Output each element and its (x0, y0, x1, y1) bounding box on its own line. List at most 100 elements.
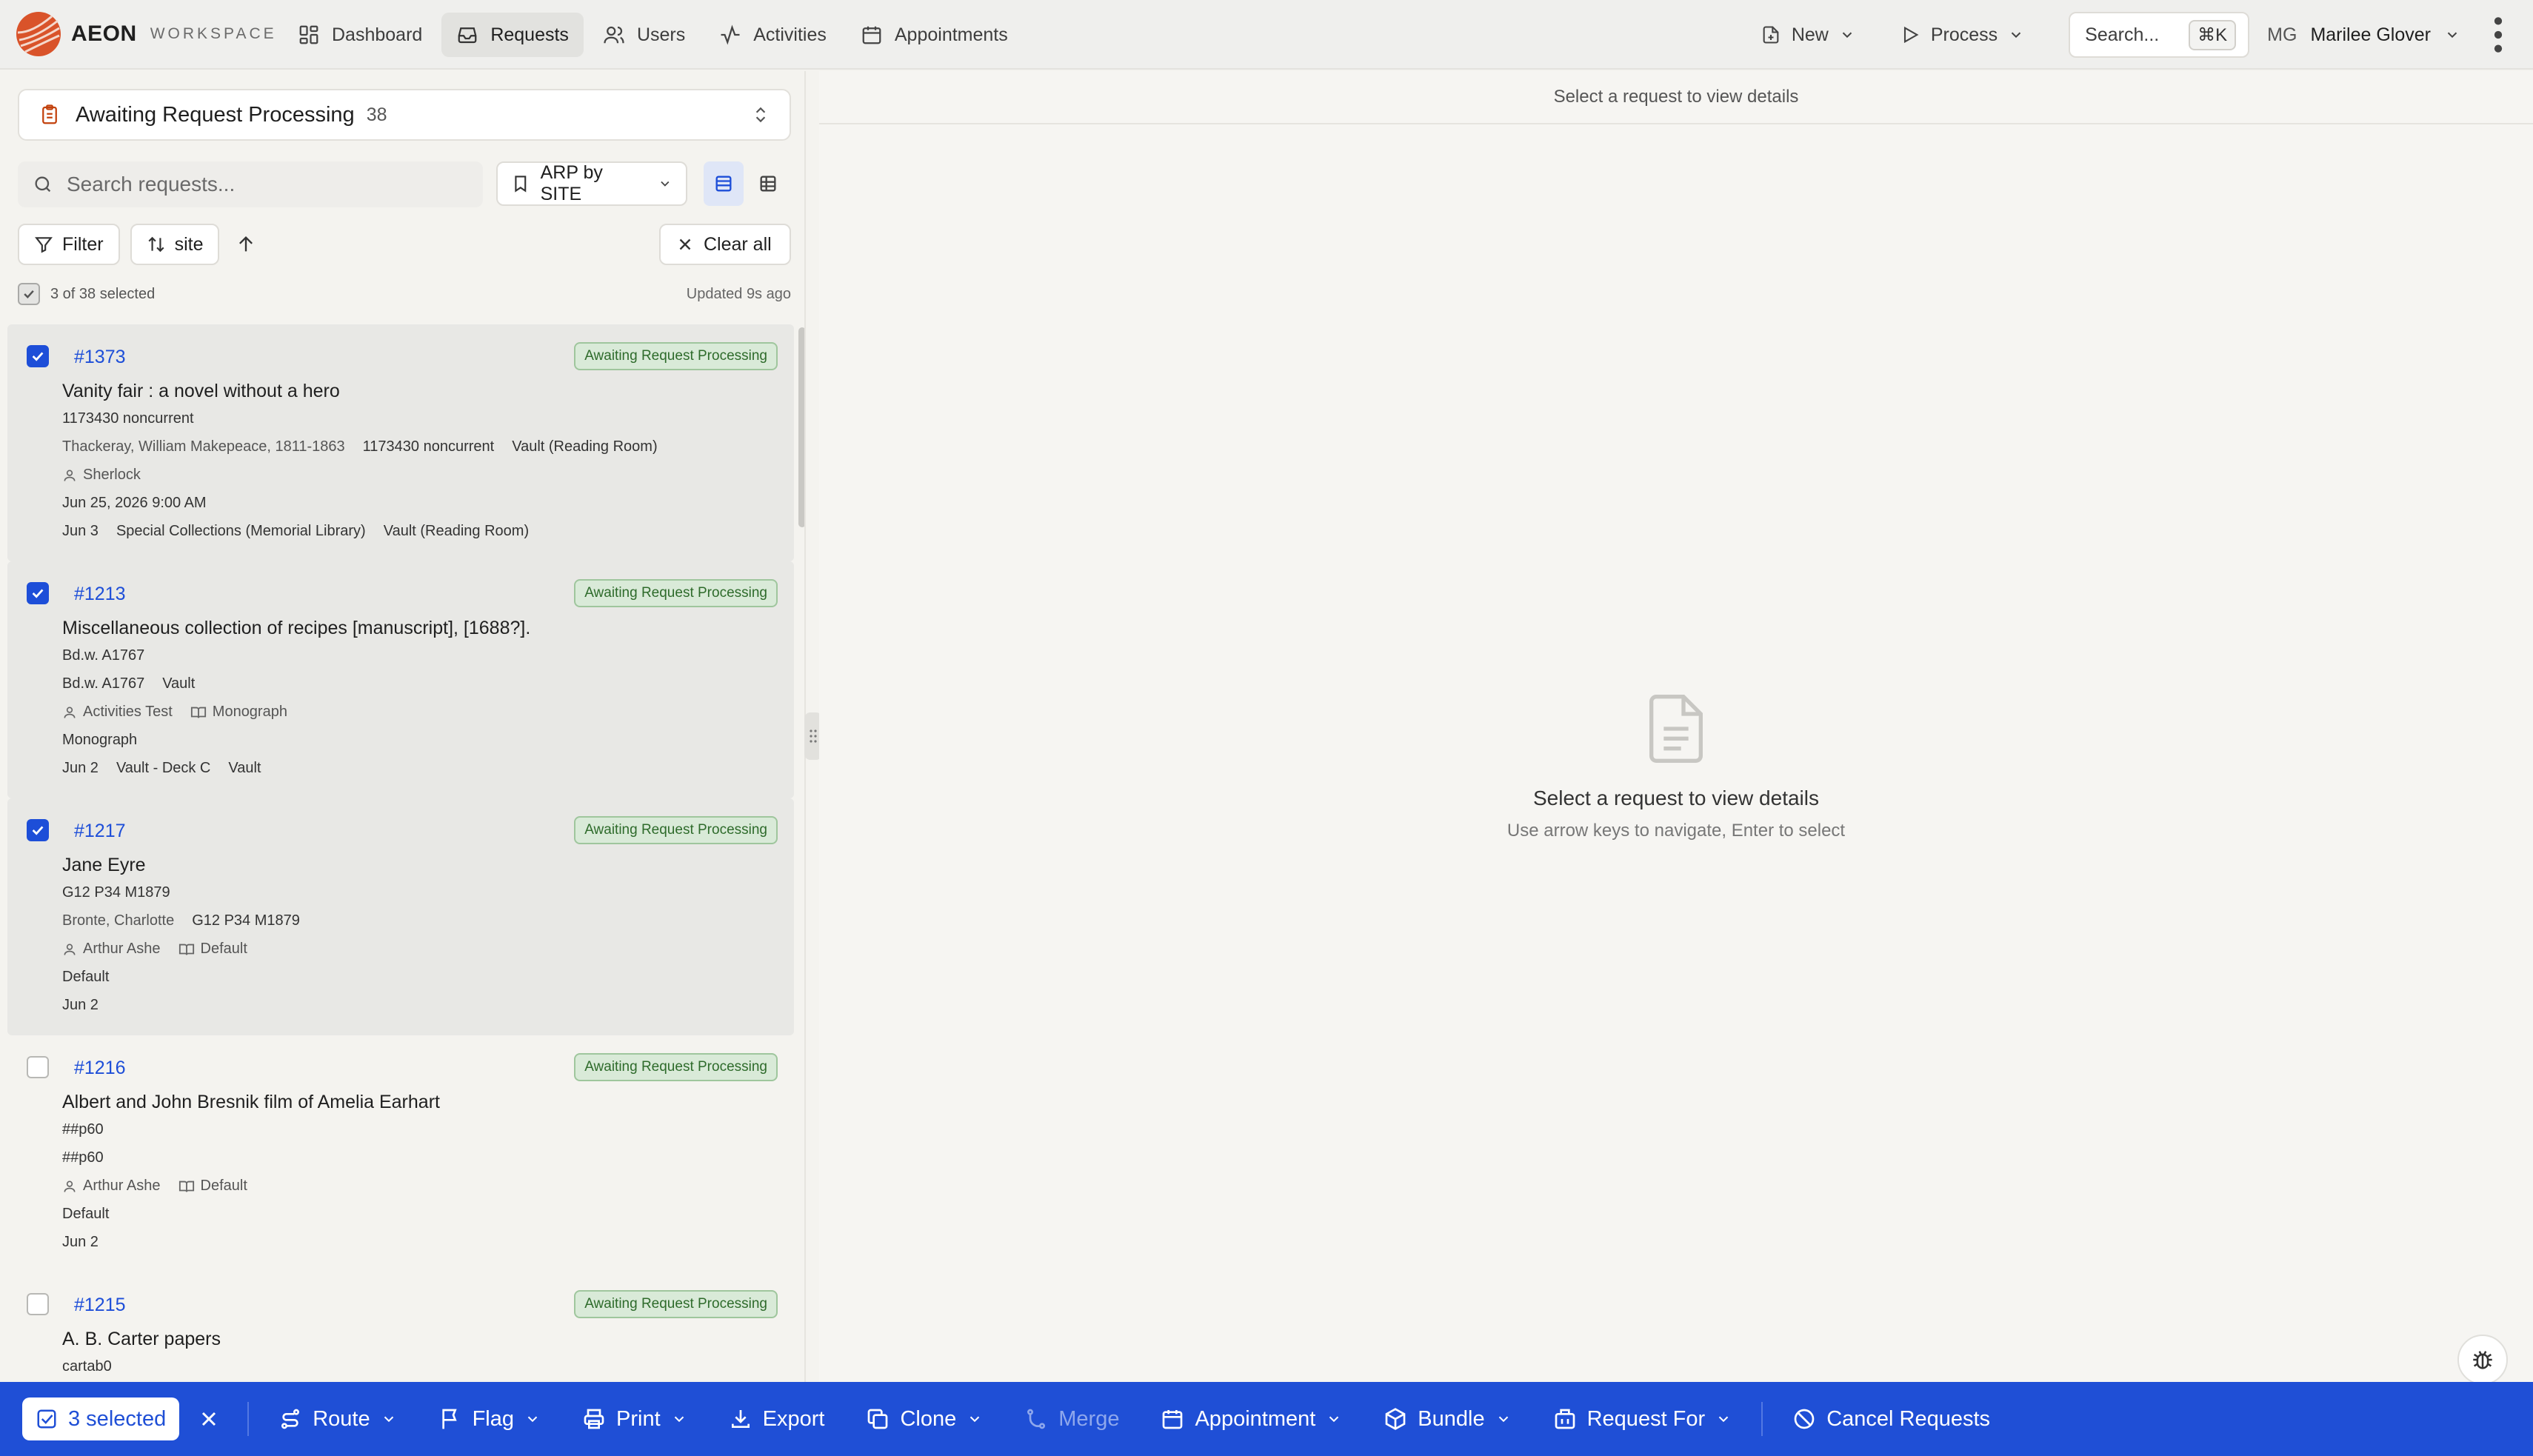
route-button[interactable]: Route (258, 1393, 417, 1445)
request-card[interactable]: #1213 Awaiting Request Processing Miscel… (7, 561, 794, 798)
file-text-icon (1649, 695, 1703, 763)
request-date: Jun 2 (62, 760, 99, 776)
request-id[interactable]: #1215 (74, 1295, 126, 1316)
bundle-button[interactable]: Bundle (1363, 1393, 1532, 1445)
filter-row: Filter site (18, 224, 262, 265)
saved-search-label: ARP by SITE (540, 162, 603, 204)
request-detail-panel: Select a request to view details Select … (819, 71, 2533, 1382)
merge-icon (1027, 1409, 1046, 1429)
call-number: cartab0 (62, 1358, 112, 1375)
queue-count: 38 (366, 104, 387, 125)
download-icon (731, 1410, 750, 1428)
clear-all-button[interactable]: Clear all (659, 224, 791, 265)
request-checkbox[interactable] (27, 819, 49, 841)
request-title: Jane Eyre (62, 855, 146, 875)
nav-dashboard[interactable]: Dashboard (283, 13, 437, 57)
clear-selection-button[interactable] (179, 1393, 238, 1445)
call-number: ##p60 (62, 1121, 104, 1138)
request-checkbox[interactable] (27, 345, 49, 367)
selected-count-badge[interactable]: 3 selected (22, 1397, 180, 1440)
flag-icon (441, 1409, 457, 1429)
detail-header-text: Select a request to view details (1553, 87, 1799, 107)
flag-button[interactable]: Flag (418, 1393, 561, 1445)
selection-summary: 3 of 38 selected (50, 285, 156, 302)
table-icon (760, 176, 776, 192)
request-title: Vanity fair : a novel without a hero (62, 381, 340, 401)
dashboard-icon (299, 25, 318, 44)
search-icon (35, 176, 51, 193)
request-checkbox[interactable] (27, 582, 49, 604)
author: Thackeray, William Makepeace, 1811-1863 (62, 438, 345, 455)
request-id[interactable]: #1373 (74, 347, 126, 368)
book-icon (190, 707, 206, 718)
sort-direction-button[interactable] (230, 224, 262, 265)
print-button[interactable]: Print (561, 1393, 708, 1445)
item-callno: Bd.w. A1767 (62, 675, 145, 692)
user-menu-chevron-icon[interactable] (2444, 27, 2460, 43)
export-label: Export (762, 1406, 825, 1431)
selected-count-label: 3 selected (68, 1406, 167, 1431)
requester: Arthur Ashe (83, 941, 161, 957)
process-button[interactable]: Process (1885, 13, 2039, 57)
appointment-button[interactable]: Appointment (1140, 1393, 1363, 1445)
app-logo[interactable]: AEON WORKSPACE (15, 10, 277, 58)
cancel-requests-button[interactable]: Cancel Requests (1772, 1393, 2011, 1445)
close-icon (202, 1412, 216, 1426)
detail-header: Select a request to view details (819, 71, 2533, 124)
request-id[interactable]: #1217 (74, 821, 126, 842)
saved-search-dropdown[interactable]: ARP by SITE (496, 161, 687, 206)
select-all-checkbox[interactable] (18, 283, 40, 305)
format-text: Monograph (62, 732, 138, 748)
route-label: Route (313, 1406, 370, 1431)
main-nav: Dashboard Requests Users Activities Appo… (283, 13, 1023, 57)
grid-view-button[interactable] (748, 161, 788, 206)
clear-all-label: Clear all (704, 233, 772, 255)
format-line: Default (62, 969, 109, 986)
request-card[interactable]: #1217 Awaiting Request Processing Jane E… (7, 798, 794, 1035)
separator (247, 1402, 250, 1436)
sort-icon (148, 236, 164, 253)
process-button-label: Process (1930, 24, 1998, 45)
format-line: Monograph (62, 732, 137, 749)
appointment-label: Appointment (1195, 1406, 1316, 1431)
nav-activities-label: Activities (753, 24, 827, 45)
bundle-label: Bundle (1418, 1406, 1485, 1431)
request-title: A. B. Carter papers (62, 1329, 221, 1349)
global-search-button[interactable]: Search... ⌘K (2069, 12, 2250, 58)
debug-button[interactable] (2457, 1335, 2508, 1385)
play-icon (1903, 26, 1919, 44)
chevron-down-icon (1842, 32, 1852, 39)
request-for-button[interactable]: Request For (1532, 1393, 1753, 1445)
chevron-down-icon (1329, 1416, 1339, 1423)
new-button[interactable]: New (1746, 13, 1870, 57)
merge-button[interactable]: Merge (1004, 1393, 1140, 1445)
request-checkbox[interactable] (27, 1056, 49, 1078)
nav-users[interactable]: Users (588, 13, 700, 57)
format-line: Default (62, 1206, 109, 1223)
aeon-logo-icon (16, 12, 61, 56)
clone-button[interactable]: Clone (845, 1393, 1004, 1445)
call-number-text: 1173430 noncurrent (62, 410, 194, 427)
user-name[interactable]: Marilee Glover (2310, 24, 2431, 46)
export-button[interactable]: Export (708, 1393, 846, 1445)
request-checkbox[interactable] (27, 1293, 49, 1315)
site-name: Vault - Deck C (116, 760, 211, 776)
list-view-button[interactable] (704, 161, 744, 206)
more-vertical-icon[interactable] (2493, 14, 2503, 56)
nav-requests[interactable]: Requests (441, 13, 584, 57)
request-card[interactable]: #1373 Awaiting Request Processing Vanity… (7, 324, 794, 561)
nav-activities[interactable]: Activities (704, 13, 841, 57)
call-number-text: ##p60 (62, 1121, 104, 1138)
request-card[interactable]: #1216 Awaiting Request Processing Albert… (7, 1035, 794, 1272)
request-id[interactable]: #1213 (74, 584, 126, 605)
filter-button[interactable]: Filter (18, 224, 120, 265)
search-input[interactable] (67, 173, 467, 196)
queue-selector[interactable]: Awaiting Request Processing 38 (18, 89, 791, 141)
nav-appointments[interactable]: Appointments (846, 13, 1023, 57)
request-footer: Jun 3 Special Collections (Memorial Libr… (62, 523, 529, 540)
call-number: G12 P34 M1879 (62, 884, 170, 901)
sort-button[interactable]: site (130, 224, 220, 265)
request-id[interactable]: #1216 (74, 1058, 126, 1079)
user-avatar[interactable]: MG (2267, 24, 2297, 46)
item-details: Thackeray, William Makepeace, 1811-1863 … (62, 438, 658, 455)
